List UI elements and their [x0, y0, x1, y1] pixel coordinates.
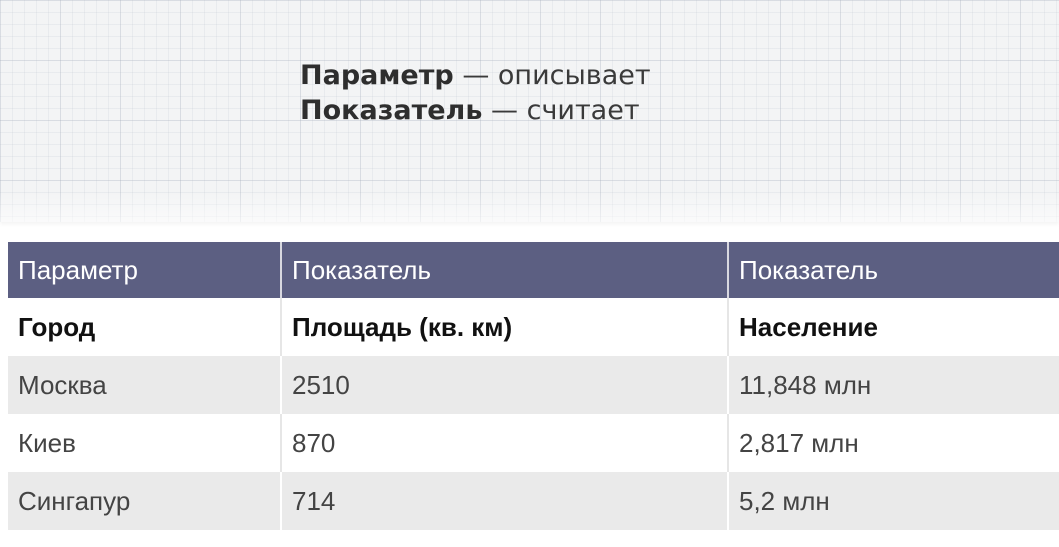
table-header-row: Параметр Показатель Показатель [8, 242, 1059, 298]
definitions-block: Параметр — описывает Показатель — считае… [300, 58, 651, 128]
subheader-cell-city: Город [8, 298, 282, 356]
subheader-cell-population: Население [728, 298, 1059, 356]
table-cell-population: 5,2 млн [728, 472, 1059, 530]
table-row: Киев 870 2,817 млн [8, 414, 1059, 472]
city-data-table: Параметр Показатель Показатель Город Пло… [8, 242, 1059, 530]
table-cell-area: 870 [281, 414, 729, 472]
table-cell-city: Москва [8, 356, 282, 414]
table-row: Сингапур 714 5,2 млн [8, 472, 1059, 530]
table-cell-population: 11,848 млн [728, 356, 1059, 414]
definition-indicator: Показатель — считает [300, 93, 651, 128]
subheader-cell-area: Площадь (кв. км) [281, 298, 729, 356]
header-cell-indicator-area: Показатель [281, 242, 729, 298]
table-cell-city: Сингапур [8, 472, 282, 530]
header-cell-indicator-population: Показатель [728, 242, 1059, 298]
table-cell-area: 2510 [281, 356, 729, 414]
slide: Параметр — описывает Показатель — считае… [0, 0, 1059, 547]
table-subheader-row: Город Площадь (кв. км) Население [8, 298, 1059, 356]
table-cell-population: 2,817 млн [728, 414, 1059, 472]
table-cell-area: 714 [281, 472, 729, 530]
definition-term: Параметр [300, 60, 454, 91]
table-row: Москва 2510 11,848 млн [8, 356, 1059, 414]
table-cell-city: Киев [8, 414, 282, 472]
definition-description: описывает [497, 60, 651, 91]
definition-separator: — [453, 60, 498, 91]
definition-term: Показатель [300, 95, 483, 126]
header-cell-parameter: Параметр [8, 242, 282, 298]
definition-parameter: Параметр — описывает [300, 58, 651, 93]
definition-separator: — [482, 95, 527, 126]
definition-description: считает [526, 95, 640, 126]
